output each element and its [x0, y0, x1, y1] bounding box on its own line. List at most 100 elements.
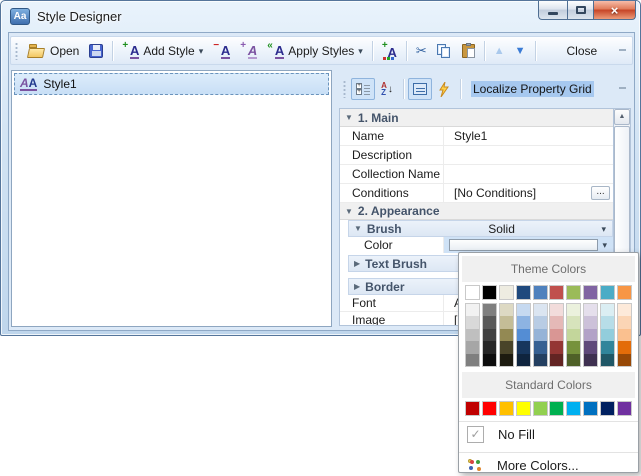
color-swatch[interactable] [600, 401, 615, 416]
color-swatch[interactable] [482, 401, 497, 416]
move-down-button[interactable]: ▼ [510, 42, 531, 60]
color-swatch[interactable] [601, 316, 614, 328]
color-swatch[interactable] [465, 285, 480, 300]
scroll-up-button[interactable]: ▲ [614, 109, 630, 125]
color-swatch[interactable] [566, 285, 581, 300]
maximize-button[interactable] [567, 1, 594, 20]
color-swatch[interactable] [499, 285, 514, 300]
paste-button[interactable] [457, 41, 480, 61]
color-swatch[interactable] [549, 285, 564, 300]
color-swatch[interactable] [600, 285, 615, 300]
color-swatch[interactable] [516, 401, 531, 416]
color-swatch[interactable] [550, 354, 563, 366]
toolbar-overflow-button[interactable] [616, 49, 629, 53]
property-row-conditions[interactable]: Conditions [No Conditions] ... [340, 184, 613, 203]
color-swatch[interactable] [601, 304, 614, 316]
color-swatch[interactable] [500, 304, 513, 316]
color-swatch[interactable] [567, 341, 580, 353]
color-swatch[interactable] [483, 316, 496, 328]
property-toolbar-grip[interactable] [343, 80, 346, 98]
color-swatch[interactable] [465, 401, 480, 416]
toolbar-grip[interactable] [15, 42, 18, 60]
style-list[interactable]: AA Style1 [11, 70, 332, 327]
color-swatch[interactable] [500, 354, 513, 366]
color-swatch[interactable] [517, 329, 530, 341]
color-swatch[interactable] [483, 354, 496, 366]
no-fill-option[interactable]: ✓ No Fill [459, 423, 638, 447]
color-swatch[interactable] [550, 341, 563, 353]
color-swatch[interactable] [584, 316, 597, 328]
brush-dropdown-icon[interactable]: ▾ [601, 225, 606, 233]
color-swatch[interactable] [533, 401, 548, 416]
color-swatch[interactable] [567, 304, 580, 316]
color-swatch[interactable] [517, 316, 530, 328]
color-swatch[interactable] [517, 354, 530, 366]
property-row-collection-name[interactable]: Collection Name [340, 165, 613, 184]
color-swatch[interactable] [618, 341, 631, 353]
color-swatch[interactable] [567, 354, 580, 366]
color-dropdown-icon[interactable]: ▾ [602, 241, 607, 249]
color-swatch[interactable] [567, 329, 580, 341]
color-swatch[interactable] [517, 341, 530, 353]
style-options-button[interactable]: + A [377, 40, 402, 62]
color-swatch[interactable] [533, 285, 548, 300]
color-swatch[interactable] [549, 401, 564, 416]
add-style-button[interactable]: + A Add Style ▾ [117, 40, 208, 62]
color-swatch[interactable] [500, 329, 513, 341]
minimize-button[interactable] [538, 1, 567, 20]
color-swatch[interactable] [567, 316, 580, 328]
color-swatch[interactable] [466, 304, 479, 316]
color-swatch[interactable] [566, 401, 581, 416]
category-main[interactable]: ▼ 1. Main [340, 109, 613, 127]
color-swatch[interactable] [584, 304, 597, 316]
color-swatch[interactable] [550, 304, 563, 316]
style-list-item-selected[interactable]: AA Style1 [14, 73, 329, 95]
cut-button[interactable]: ✂ [411, 40, 432, 62]
color-swatch[interactable] [618, 329, 631, 341]
close-button[interactable]: × [594, 1, 636, 20]
save-button[interactable] [84, 41, 108, 61]
brush-type-value[interactable]: Solid [402, 222, 602, 236]
property-row-description[interactable]: Description [340, 146, 613, 165]
duplicate-style-button[interactable]: + A [235, 40, 262, 62]
color-swatch[interactable] [584, 354, 597, 366]
color-swatch[interactable] [500, 341, 513, 353]
apply-styles-button[interactable]: « A Apply Styles ▾ [262, 40, 368, 62]
titlebar[interactable]: Aa Style Designer × [1, 1, 640, 31]
events-button[interactable] [432, 78, 456, 100]
color-swatch[interactable] [466, 341, 479, 353]
color-swatch[interactable] [466, 316, 479, 328]
color-swatch[interactable] [618, 354, 631, 366]
categorized-view-button[interactable]: ++ [351, 78, 375, 100]
color-swatch[interactable] [483, 341, 496, 353]
color-swatch[interactable] [618, 316, 631, 328]
remove-style-button[interactable]: − A [208, 40, 235, 62]
open-button[interactable]: Open [23, 41, 84, 61]
property-toolbar-overflow-button[interactable] [616, 87, 629, 91]
color-swatch[interactable] [617, 285, 632, 300]
color-swatch[interactable] [584, 341, 597, 353]
color-swatch[interactable] [534, 304, 547, 316]
color-swatch[interactable] [601, 341, 614, 353]
copy-button[interactable] [432, 41, 457, 61]
checkbox-checked-icon[interactable]: ✓ [467, 426, 484, 443]
color-swatch[interactable] [517, 304, 530, 316]
color-swatch[interactable] [500, 316, 513, 328]
color-swatch[interactable] [466, 329, 479, 341]
color-swatch[interactable] [618, 304, 631, 316]
color-swatch[interactable] [583, 285, 598, 300]
color-swatch[interactable] [584, 329, 597, 341]
property-search-input[interactable]: Localize Property Grid [471, 81, 594, 97]
sort-alphabetical-button[interactable]: AZ ↓ [375, 78, 399, 100]
color-swatch[interactable] [466, 354, 479, 366]
color-swatch[interactable] [534, 341, 547, 353]
color-swatch[interactable] [483, 329, 496, 341]
color-swatch[interactable] [550, 316, 563, 328]
color-value-editor[interactable]: ▾ [444, 237, 613, 253]
close-toolbar-button[interactable]: Close [562, 41, 603, 61]
color-swatch[interactable] [534, 329, 547, 341]
color-swatch[interactable] [534, 354, 547, 366]
color-swatch[interactable] [601, 329, 614, 341]
color-swatch[interactable] [499, 401, 514, 416]
category-appearance[interactable]: ▼ 2. Appearance [340, 203, 613, 220]
